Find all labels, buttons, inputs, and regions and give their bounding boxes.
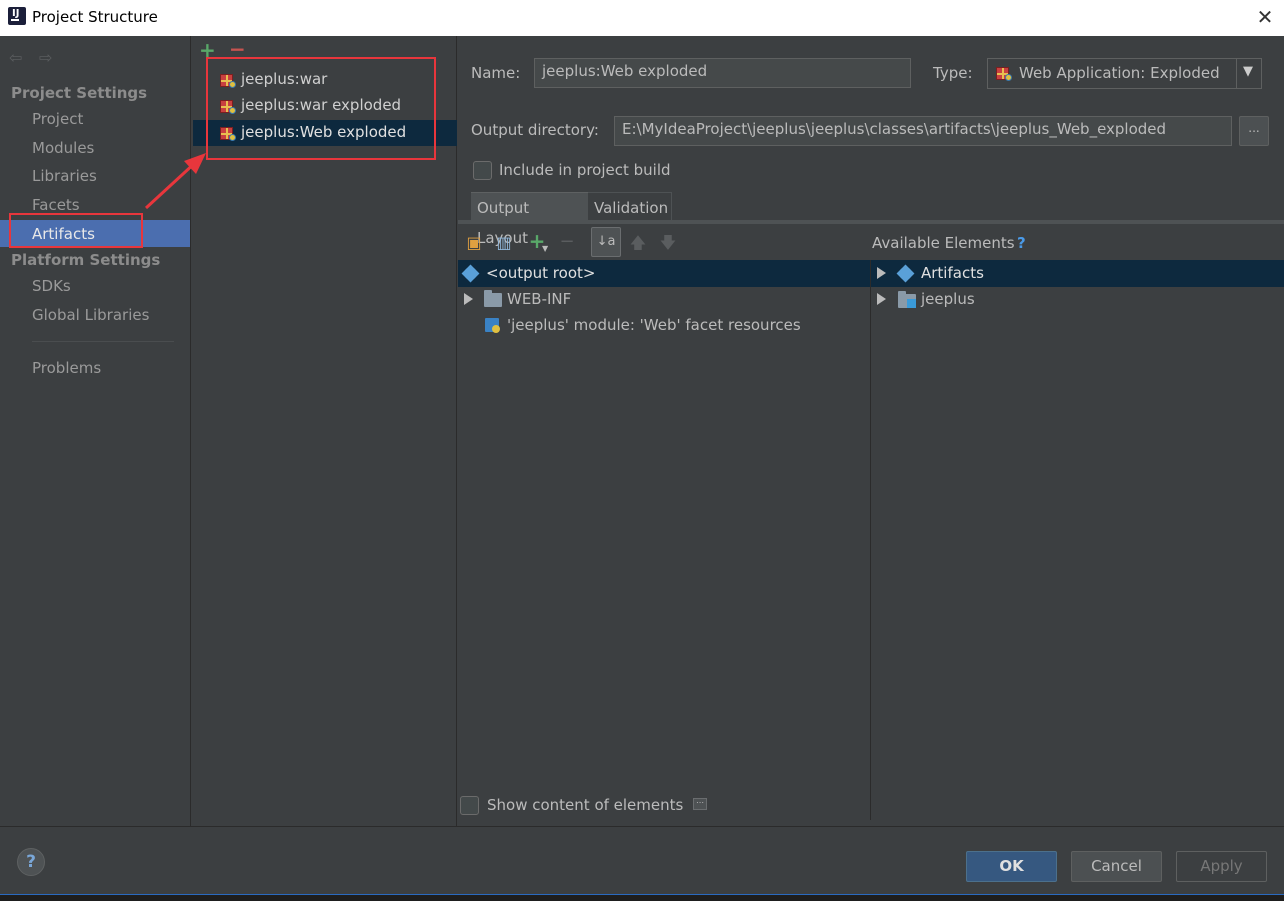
sidebar-item-project[interactable]: Project <box>32 110 83 128</box>
sidebar-item-sdks[interactable]: SDKs <box>32 277 71 295</box>
artifacts-group-icon <box>896 264 915 283</box>
expand-arrow-icon[interactable] <box>877 267 886 279</box>
sidebar-item-facets[interactable]: Facets <box>32 196 80 214</box>
tab-validation[interactable]: Validation <box>588 192 672 222</box>
move-up-icon[interactable]: 🡅 <box>627 232 649 254</box>
annotation-box-artifacts <box>9 213 143 248</box>
show-content-label: Show content of elements <box>487 796 684 814</box>
close-icon[interactable]: ✕ <box>1254 4 1276 30</box>
type-select-value: Web Application: Exploded <box>1019 64 1220 82</box>
type-select-divider <box>1236 59 1237 88</box>
intellij-app-icon: IJ <box>8 7 26 25</box>
annotation-box-artifact-list <box>206 57 436 160</box>
available-item-jeeplus[interactable]: jeeplus <box>921 286 975 312</box>
tree-divider <box>870 260 871 820</box>
output-directory-label: Output directory: <box>471 121 599 139</box>
name-label: Name: <box>471 64 521 82</box>
browse-button[interactable]: ... <box>1239 116 1269 146</box>
available-elements-label: Available Elements <box>872 234 1015 252</box>
back-arrow-icon[interactable]: ⇦ <box>9 48 22 67</box>
more-options-icon[interactable]: ⋯ <box>693 798 707 810</box>
expand-arrow-icon[interactable] <box>464 293 473 305</box>
tab-output-layout[interactable]: Output Layout <box>471 192 588 247</box>
tree-item-facet-resources[interactable]: 'jeeplus' module: 'Web' facet resources <box>507 312 801 338</box>
add-dropdown-icon[interactable]: ▼ <box>542 244 548 253</box>
tree-item-web-inf[interactable]: WEB-INF <box>507 286 571 312</box>
remove-element-icon[interactable]: − <box>556 231 578 253</box>
project-settings-header: Project Settings <box>11 84 148 102</box>
taskbar-strip <box>0 894 1284 901</box>
tree-item-output-root[interactable]: <output root> <box>486 260 595 286</box>
ok-button[interactable]: OK <box>966 851 1057 882</box>
include-in-build-checkbox[interactable] <box>473 161 492 180</box>
module-folder-icon <box>898 291 916 308</box>
create-archive-icon[interactable]: ▥ <box>493 232 515 254</box>
sidebar-item-global-libraries[interactable]: Global Libraries <box>32 306 149 324</box>
help-icon[interactable]: ? <box>1017 234 1026 252</box>
type-label: Type: <box>933 64 973 82</box>
facet-resources-icon <box>485 318 500 333</box>
chevron-down-icon[interactable]: ▼ <box>1243 64 1253 79</box>
annotation-arrow-icon <box>144 153 206 210</box>
sidebar-item-problems[interactable]: Problems <box>32 359 101 377</box>
web-application-icon <box>996 65 1012 81</box>
sidebar-item-modules[interactable]: Modules <box>32 139 94 157</box>
sidebar-item-libraries[interactable]: Libraries <box>32 167 97 185</box>
show-content-checkbox[interactable] <box>460 796 479 815</box>
folder-icon <box>484 290 502 307</box>
output-root-icon <box>461 264 480 283</box>
forward-arrow-icon[interactable]: ⇨ <box>39 48 52 67</box>
tab-underline <box>458 220 1284 224</box>
name-input[interactable]: jeeplus:Web exploded <box>534 58 911 88</box>
sort-alphabetically-icon[interactable]: ↓a <box>591 227 621 257</box>
include-in-build-label: Include in project build <box>499 161 671 179</box>
available-item-artifacts[interactable]: Artifacts <box>921 260 984 286</box>
expand-arrow-icon[interactable] <box>877 293 886 305</box>
title-bar: IJ Project Structure ✕ <box>0 0 1284 36</box>
cancel-button[interactable]: Cancel <box>1071 851 1162 882</box>
help-button[interactable]: ? <box>17 848 45 876</box>
platform-settings-header: Platform Settings <box>11 251 161 269</box>
output-directory-input[interactable]: E:\MyIdeaProject\jeeplus\jeeplus\classes… <box>614 116 1232 146</box>
window-title: Project Structure <box>32 8 158 26</box>
artifact-details-panel <box>458 36 1284 826</box>
move-down-icon[interactable]: 🡇 <box>657 232 679 254</box>
create-directory-icon[interactable]: ▣ <box>463 232 485 254</box>
type-select[interactable]: Web Application: Exploded ▼ <box>987 58 1262 89</box>
apply-button[interactable]: Apply <box>1176 851 1267 882</box>
sidebar-divider <box>32 341 174 342</box>
